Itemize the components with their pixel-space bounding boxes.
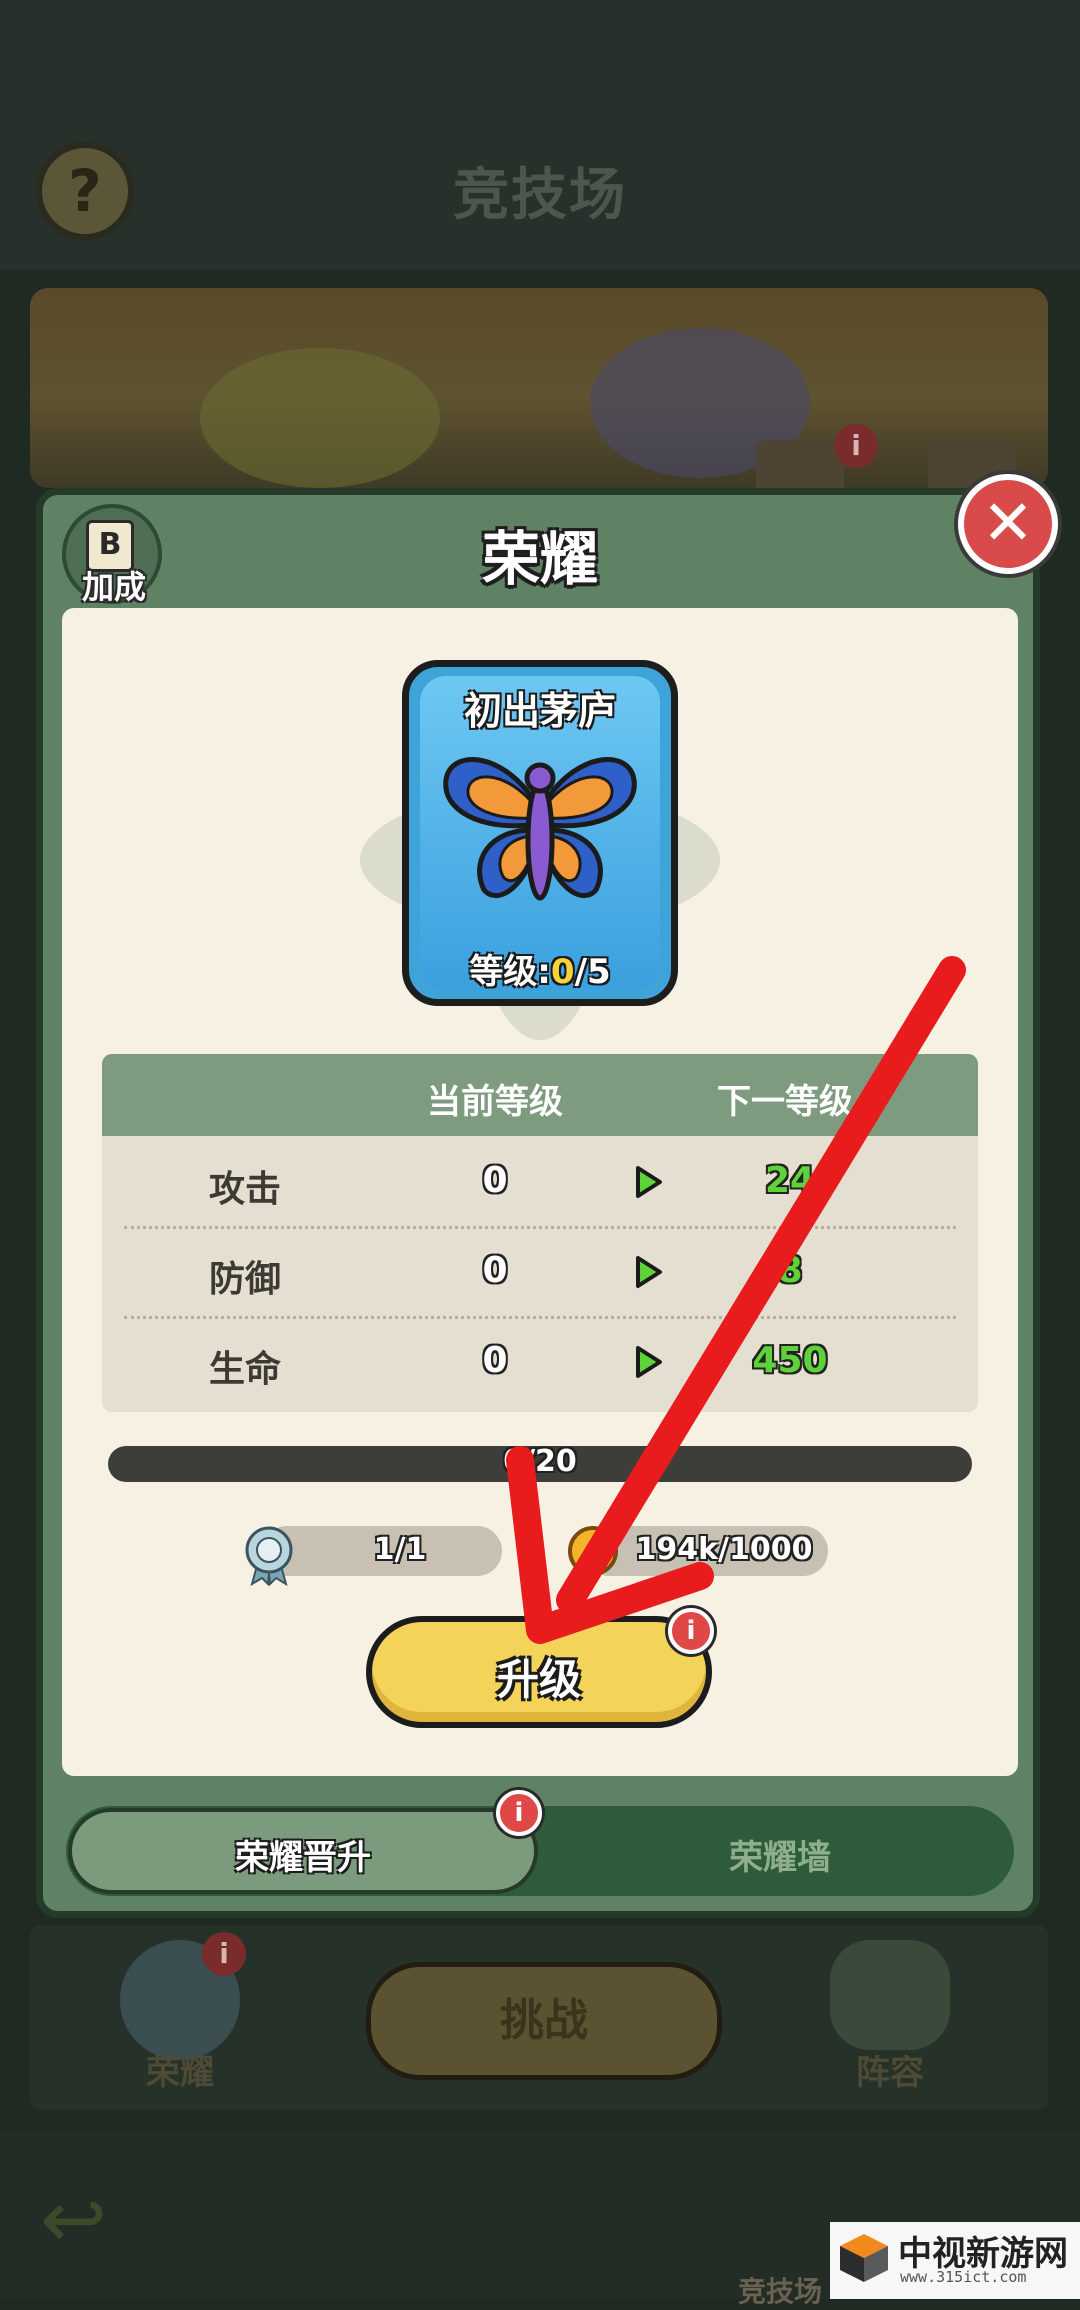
chevron-right-icon xyxy=(636,1166,662,1198)
back-arrow-icon[interactable]: ↩ xyxy=(40,2180,160,2260)
close-icon: ✕ xyxy=(982,486,1034,559)
tab-honor-promotion-label: 荣耀晋升 xyxy=(235,1838,371,1878)
row-divider xyxy=(124,1316,956,1319)
chevron-right-icon xyxy=(636,1346,662,1378)
upgrade-label: 升级 xyxy=(496,1655,581,1704)
honor-progress-text: 0/20 xyxy=(503,1444,577,1479)
stat-next: 8 xyxy=(777,1250,803,1291)
coin-requirement-text: 194k/1000 xyxy=(635,1532,813,1567)
level-prefix: 等级: xyxy=(469,952,551,992)
arena-banner xyxy=(30,288,1048,488)
stat-current: 0 xyxy=(482,1250,508,1291)
stat-next: 450 xyxy=(752,1340,828,1381)
col-next-level: 下一等级 xyxy=(717,1082,853,1122)
page-title: 竞技场 xyxy=(453,163,627,228)
watermark-logo-icon xyxy=(840,2234,888,2282)
alert-badge-icon: i xyxy=(202,1932,246,1976)
close-button[interactable]: ✕ xyxy=(958,474,1058,574)
stat-name: 攻击 xyxy=(208,1169,281,1210)
level-current: 0 xyxy=(550,952,575,992)
medal-requirement-text: 1/1 xyxy=(373,1532,427,1567)
col-current-level: 当前等级 xyxy=(427,1082,563,1122)
chevron-right-icon xyxy=(636,1256,662,1288)
alert-badge-icon: i xyxy=(834,424,878,468)
coin-icon xyxy=(568,1526,618,1576)
stat-next: 24 xyxy=(764,1160,816,1201)
watermark-url: www.315ict.com xyxy=(900,2268,1027,2286)
row-divider xyxy=(124,1226,956,1229)
stat-name: 生命 xyxy=(208,1349,281,1390)
fighter-left-art xyxy=(200,348,440,488)
modal-title: 荣耀 xyxy=(481,525,598,593)
honor-label: 荣耀 xyxy=(146,2053,214,2093)
tab-honor-wall[interactable]: 荣耀墙 xyxy=(560,1830,1000,1879)
alert-badge-icon: i xyxy=(496,1790,542,1836)
level-max: /5 xyxy=(574,952,611,992)
honor-level: 等级:0/5 xyxy=(402,944,678,993)
alert-badge-icon: i xyxy=(668,1608,714,1654)
lineup-label: 阵容 xyxy=(856,2053,924,2093)
medal-icon xyxy=(245,1526,293,1586)
stat-current: 0 xyxy=(482,1160,508,1201)
honor-rank-name: 初出茅庐 xyxy=(463,689,616,733)
stat-name: 防御 xyxy=(208,1259,281,1300)
lineup-icon[interactable] xyxy=(830,1940,950,2050)
stat-current: 0 xyxy=(482,1340,508,1381)
butterfly-icon xyxy=(443,757,637,901)
challenge-button[interactable]: 挑战 xyxy=(366,1962,722,2080)
